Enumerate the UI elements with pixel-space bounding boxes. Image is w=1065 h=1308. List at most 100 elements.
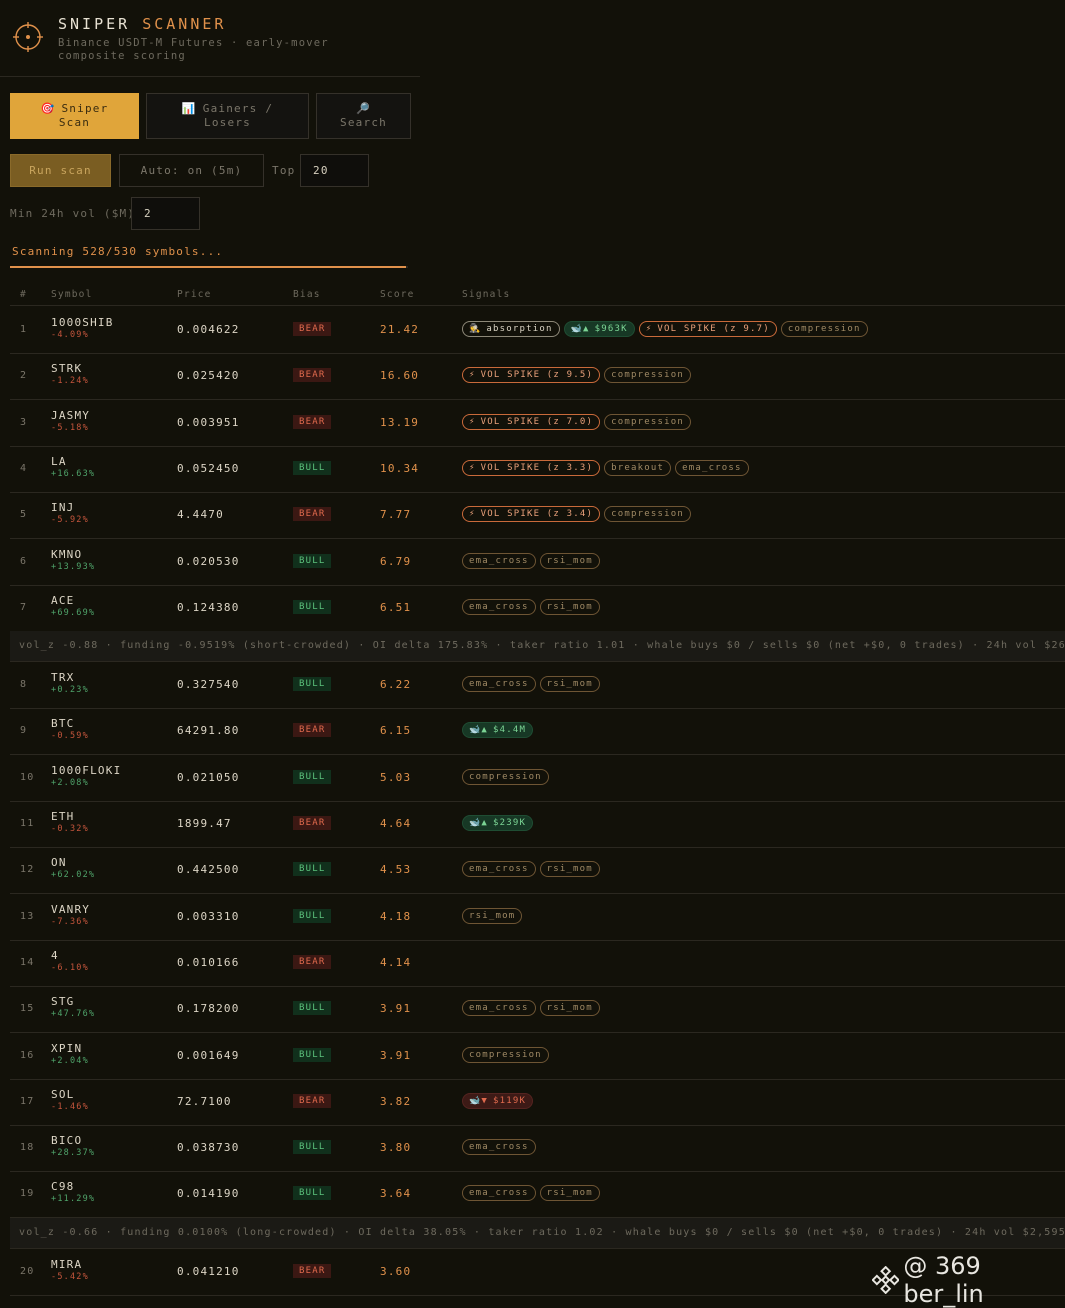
row-rank: 15 — [20, 1003, 35, 1015]
magnifier-icon: 🔎 — [356, 102, 371, 115]
row-signals: ⚡ VOL SPIKE (z 3.3) breakout ema_cross — [462, 459, 749, 476]
row-price: 0.003310 — [177, 909, 240, 923]
top-input[interactable]: 20 — [300, 154, 369, 187]
row-signals: ema_cross rsi_mom — [462, 1000, 600, 1017]
top-label: Top — [272, 164, 296, 177]
table-row[interactable]: 3 JASMY -5.18% 0.003951 BEAR 13.19 ⚡ VOL SPIKE … — [10, 400, 1065, 447]
lightning-icon: ⚡ — [469, 416, 476, 427]
table-row[interactable]: 4 LA +16.63% 0.052450 BULL 10.34 ⚡ VOL SPIKE (z… — [10, 446, 1065, 493]
row-score: 6.22 — [380, 678, 412, 692]
auto-refresh-toggle[interactable]: Auto: on (5m) — [119, 154, 264, 187]
table-row[interactable]: 5 INJ -5.92% 4.4470 BEAR 7.77 ⚡ VOL SPIKE (z 3.… — [10, 492, 1065, 540]
row-rank: 17 — [20, 1095, 35, 1107]
row-bias-badge: BEAR — [293, 1093, 332, 1108]
signal-text: compression — [787, 324, 861, 334]
signal-text: VOL SPIKE (z 9.7) — [657, 324, 770, 334]
table-row[interactable]: 9 BTC -0.59% 64291.80 BEAR 6.15 🐋▲ $4.4M — [10, 708, 1065, 756]
signal-pill: ema_cross — [462, 1139, 536, 1156]
row-price: 0.003951 — [177, 415, 240, 429]
row-detail-panel: vol_z -0.88 · funding -0.9519% (short-cr… — [10, 631, 1065, 663]
row-rank: 6 — [20, 555, 28, 567]
table-row[interactable]: 15 STG +47.76% 0.178200 BULL 3.91 ema_cross rsi… — [10, 986, 1065, 1034]
row-change: -5.42% — [51, 1271, 89, 1282]
row-score: 4.14 — [380, 955, 412, 969]
row-symbol: STG — [51, 995, 75, 1009]
row-change: -5.18% — [51, 422, 89, 433]
row-change: -4.09% — [51, 330, 89, 340]
signal-pill: compression — [462, 1046, 549, 1063]
tab-search[interactable]: 🔎 Search — [316, 93, 411, 139]
signal-pill: ⚡ VOL SPIKE (z 3.4) — [462, 506, 601, 523]
row-change: +16.63% — [51, 468, 96, 479]
row-bias-badge: BEAR — [293, 816, 332, 830]
row-symbol: SOL — [51, 1087, 75, 1101]
table-row[interactable]: 13 VANRY -7.36% 0.003310 BULL 4.18 rsi_mom — [10, 894, 1065, 941]
app-header: SNIPER SCANNER Binance USDT-M Futures · … — [0, 0, 420, 77]
row-price: 0.004622 — [177, 323, 240, 336]
signal-text: VOL SPIKE (z 7.0) — [480, 416, 594, 427]
signal-text: ema_cross — [469, 864, 529, 875]
row-symbol: BICO — [51, 1134, 83, 1148]
row-bias-badge: BULL — [293, 677, 332, 692]
row-change: -1.46% — [51, 1101, 89, 1112]
row-change: -6.10% — [51, 962, 89, 973]
row-signals: 🐋▲ $239K — [462, 815, 534, 831]
row-score: 16.60 — [380, 369, 420, 383]
row-signals: 🐋▲ $4.4M — [462, 722, 534, 739]
row-signals: ⚡ VOL SPIKE (z 7.0) compression — [462, 413, 691, 430]
table-row[interactable]: 2 STRK -1.24% 0.025420 BEAR 16.60 ⚡ VOL SPIKE (… — [10, 353, 1065, 401]
row-signals: ema_cross rsi_mom — [462, 676, 600, 693]
whale-icon: 🐋▼ — [469, 1095, 489, 1106]
signal-text: ema_cross — [682, 462, 742, 473]
row-bias-badge: BULL — [293, 908, 332, 923]
signal-text: rsi_mom — [546, 1003, 593, 1014]
row-price: 0.442500 — [177, 863, 240, 877]
tab-gainers-losers[interactable]: 📊 Gainers / Losers — [146, 93, 309, 139]
table-row[interactable]: 11 ETH -0.32% 1899.47 BEAR 4.64 🐋▲ $239K — [10, 801, 1065, 848]
signal-text: VOL SPIKE (z 3.4) — [480, 509, 594, 520]
tab-sniper-scan[interactable]: 🎯 Sniper Scan — [10, 93, 139, 139]
table-row[interactable]: 18 BICO +28.37% 0.038730 BULL 3.80 ema_cross — [10, 1125, 1065, 1173]
signal-text: $239K — [493, 818, 527, 828]
app-subtitle: Binance USDT-M Futures · early-mover com… — [58, 37, 329, 62]
row-bias-badge: BULL — [293, 1186, 332, 1201]
row-symbol: STRK — [51, 362, 83, 376]
table-row[interactable]: 10 1000FLOKI +2.08% 0.021050 BULL 5.03 compres… — [10, 755, 1065, 802]
run-scan-button[interactable]: Run scan — [10, 154, 111, 187]
signal-text: rsi_mom — [546, 1188, 593, 1199]
row-bias-badge: BULL — [293, 1140, 332, 1155]
table-row[interactable]: 12 ON +62.02% 0.442500 BULL 4.53 ema_cross rsi_… — [10, 847, 1065, 895]
row-signals: 🐋▼ $119K — [462, 1092, 534, 1109]
table-row[interactable]: 19 C98 +11.29% 0.014190 BULL 3.64 ema_cross rsi… — [10, 1171, 1065, 1219]
table-header: # Symbol Price Bias Score Signals — [10, 285, 1065, 306]
row-change: +28.37% — [51, 1148, 96, 1159]
signal-text: compression — [469, 771, 542, 782]
row-symbol: LA — [51, 454, 67, 468]
row-bias-badge: BEAR — [293, 507, 332, 522]
row-detail-panel: vol_z -0.66 · funding 0.0100% (long-crow… — [10, 1217, 1065, 1249]
lightning-icon: ⚡ — [469, 462, 476, 473]
row-price: 72.7100 — [177, 1094, 232, 1108]
row-score: 3.60 — [380, 1264, 412, 1278]
table-row[interactable]: 1 1000SHIB -4.09% 0.004622 BEAR 21.42 🕵 absorpt… — [10, 307, 1065, 354]
signal-text: absorption — [486, 324, 553, 334]
table-row[interactable]: 7 ACE +69.69% 0.124380 BULL 6.51 ema_cross rsi_… — [10, 585, 1065, 632]
row-change: +13.93% — [51, 561, 96, 572]
min-vol-input[interactable]: 2 — [131, 197, 200, 230]
signal-pill: ⚡ VOL SPIKE (z 9.7) — [638, 321, 777, 337]
signal-pill: compression — [780, 321, 868, 337]
row-symbol: JASMY — [51, 408, 91, 422]
row-symbol: 1000SHIB — [51, 316, 114, 329]
row-signals: ema_cross rsi_mom — [462, 598, 600, 615]
binance-logo-icon — [872, 1266, 900, 1294]
lightning-icon: ⚡ — [645, 324, 653, 334]
table-row[interactable]: 17 SOL -1.46% 72.7100 BEAR 3.82 🐋▼ $119K — [10, 1079, 1065, 1126]
table-row[interactable]: 16 XPIN +2.04% 0.001649 BULL 3.91 compression — [10, 1033, 1065, 1080]
row-symbol: ETH — [51, 810, 75, 823]
table-row[interactable]: 6 KMNO +13.93% 0.020530 BULL 6.79 ema_cross rsi… — [10, 539, 1065, 586]
signal-text: ema_cross — [469, 679, 529, 690]
row-score: 3.82 — [380, 1094, 412, 1108]
table-row[interactable]: 8 TRX +0.23% 0.327540 BULL 6.22 ema_cross rsi_m… — [10, 662, 1065, 710]
row-change: -7.36% — [51, 916, 89, 927]
table-row[interactable]: 14 4 -6.10% 0.010166 BEAR 4.14 — [10, 940, 1065, 987]
